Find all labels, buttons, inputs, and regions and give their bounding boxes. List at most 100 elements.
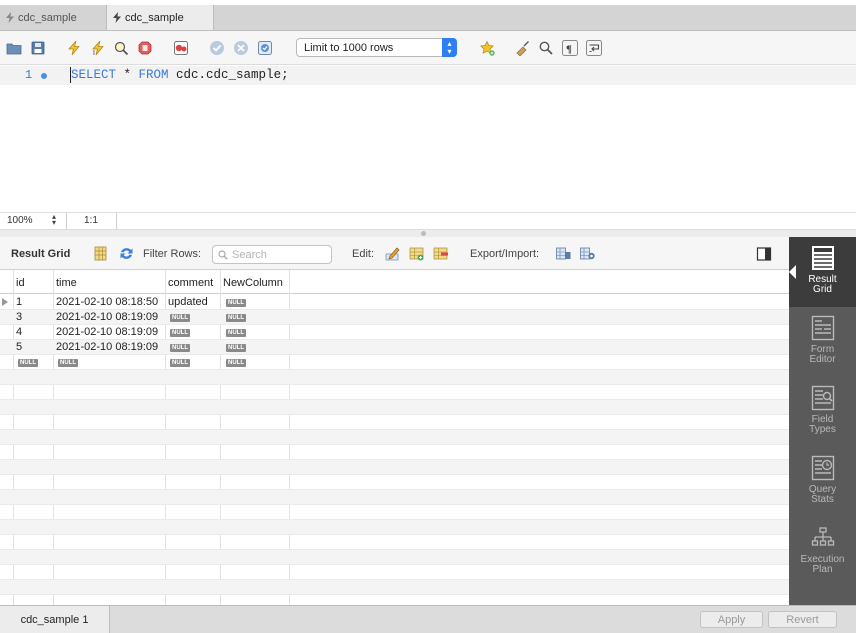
execute-icon[interactable] — [66, 40, 82, 56]
table-row[interactable]: 1 2021-02-10 08:18:50 updated NULL — [0, 295, 789, 310]
cell-id[interactable]: 5 — [16, 341, 22, 353]
cell-newcolumn[interactable]: NULL — [226, 326, 246, 338]
side-tab-query-stats[interactable]: Query Stats — [789, 447, 856, 517]
cell-newcolumn[interactable]: NULL — [226, 356, 246, 368]
cell-newcolumn[interactable]: NULL — [226, 311, 246, 323]
cell-time[interactable]: 2021-02-10 08:18:50 — [56, 296, 158, 308]
table-row[interactable] — [0, 565, 789, 580]
table-row[interactable] — [0, 550, 789, 565]
cell-comment[interactable]: NULL — [170, 311, 190, 323]
table-row[interactable] — [0, 520, 789, 535]
table-row[interactable] — [0, 580, 789, 595]
table-row[interactable]: 5 2021-02-10 08:19:09 NULL NULL — [0, 340, 789, 355]
cell-newcolumn[interactable]: NULL — [226, 341, 246, 353]
null-badge: NULL — [226, 299, 246, 308]
table-row[interactable] — [0, 430, 789, 445]
cell-comment[interactable]: NULL — [170, 341, 190, 353]
null-badge: NULL — [226, 329, 246, 338]
table-row[interactable] — [0, 505, 789, 520]
column-header-id[interactable]: id — [16, 277, 25, 289]
side-tab-field-types[interactable]: Field Types — [789, 377, 856, 447]
rollback-icon[interactable] — [233, 40, 249, 56]
table-row[interactable]: 3 2021-02-10 08:19:09 NULL NULL — [0, 310, 789, 325]
stop-on-error-icon[interactable] — [173, 40, 189, 56]
add-snippet-star-icon[interactable] — [479, 40, 495, 56]
find-icon[interactable] — [538, 40, 554, 56]
edit-row-pencil-icon[interactable] — [384, 245, 401, 262]
limit-rows-value: Limit to 1000 rows — [304, 41, 394, 54]
import-icon[interactable] — [579, 245, 596, 262]
grid-layout-icon[interactable] — [92, 245, 109, 262]
table-row[interactable] — [0, 490, 789, 505]
toggle-side-panel-icon[interactable] — [756, 246, 773, 263]
beautify-broom-icon[interactable] — [514, 40, 530, 56]
side-tab-execution-plan[interactable]: Execution Plan — [789, 517, 856, 587]
cell-id[interactable]: 4 — [16, 326, 22, 338]
splitter-handle-icon[interactable] — [421, 231, 426, 236]
limit-rows-select[interactable]: Limit to 1000 rows ▴ ▾ — [296, 38, 457, 57]
table-row[interactable] — [0, 475, 789, 490]
word-wrap-icon[interactable] — [586, 40, 602, 56]
table-row[interactable] — [0, 445, 789, 460]
execute-current-icon[interactable]: I — [90, 40, 106, 56]
tab-label: cdc_sample — [125, 11, 184, 24]
table-row[interactable] — [0, 460, 789, 475]
table-row[interactable] — [0, 415, 789, 430]
cell-id[interactable]: 1 — [16, 296, 22, 308]
autocommit-icon[interactable] — [257, 40, 273, 56]
sql-code-line[interactable]: SELECT * FROM cdc.cdc_sample; — [71, 68, 289, 82]
sql-editor-toolbar: I Limit to 1000 rows ▴ ▾ ¶ — [0, 31, 856, 65]
edit-label: Edit: — [352, 248, 375, 260]
export-icon[interactable] — [555, 245, 572, 262]
refresh-icon[interactable] — [118, 245, 135, 262]
insert-row-icon[interactable] — [408, 245, 425, 262]
cell-id[interactable]: NULL — [18, 356, 38, 368]
save-icon[interactable] — [30, 40, 46, 56]
cell-comment[interactable]: NULL — [170, 356, 190, 368]
null-badge: NULL — [226, 344, 246, 353]
side-tab-result-grid[interactable]: Result Grid — [789, 237, 856, 307]
table-row[interactable]: 4 2021-02-10 08:19:09 NULL NULL — [0, 325, 789, 340]
cell-time[interactable]: NULL — [58, 356, 78, 368]
tab-cdc-sample-2[interactable]: cdc_sample — [107, 5, 214, 30]
cell-comment[interactable]: NULL — [170, 326, 190, 338]
explain-icon[interactable] — [113, 40, 129, 56]
side-tab-line2: Editor — [809, 354, 836, 365]
revert-button[interactable]: Revert — [768, 611, 837, 628]
result-grid[interactable]: id time comment NewColumn 1 2021-02-10 08… — [0, 270, 789, 605]
delete-row-icon[interactable] — [432, 245, 449, 262]
filter-rows-search-input[interactable]: Search — [212, 245, 332, 264]
tab-cdc-sample-1[interactable]: cdc_sample — [0, 5, 107, 30]
cell-time[interactable]: 2021-02-10 08:19:09 — [56, 341, 158, 353]
side-tab-line2: Plan — [812, 564, 833, 575]
column-header-comment[interactable]: comment — [168, 277, 213, 289]
column-header-time[interactable]: time — [56, 277, 77, 289]
side-tab-form-editor[interactable]: Form Editor — [789, 307, 856, 377]
result-tab[interactable]: cdc_sample 1 — [0, 606, 110, 633]
commit-icon[interactable] — [209, 40, 225, 56]
cell-time[interactable]: 2021-02-10 08:19:09 — [56, 326, 158, 338]
table-row[interactable] — [0, 400, 789, 415]
zoom-stepper-icon[interactable]: ▴ ▾ — [52, 213, 56, 227]
table-row[interactable] — [0, 535, 789, 550]
result-tabs-bar: cdc_sample 1 Apply Revert — [0, 605, 856, 633]
cell-comment[interactable]: updated — [168, 296, 208, 308]
cell-newcolumn[interactable]: NULL — [226, 296, 246, 308]
open-folder-icon[interactable] — [6, 40, 22, 56]
zoom-level[interactable]: 100% — [7, 215, 33, 226]
cell-time[interactable]: 2021-02-10 08:19:09 — [56, 311, 158, 323]
sql-editor[interactable]: 1 SELECT * FROM cdc.cdc_sample; — [0, 65, 856, 212]
status-divider — [66, 213, 67, 229]
null-badge: NULL — [170, 344, 190, 353]
table-row[interactable] — [0, 370, 789, 385]
cell-id[interactable]: 3 — [16, 311, 22, 323]
apply-button[interactable]: Apply — [700, 611, 763, 628]
column-header-newcolumn[interactable]: NewColumn — [223, 277, 283, 289]
panel-splitter[interactable] — [0, 229, 856, 237]
invisible-chars-icon[interactable]: ¶ — [562, 40, 578, 56]
table-row[interactable] — [0, 385, 789, 400]
table-row[interactable]: NULL NULL NULL NULL — [0, 355, 789, 370]
null-badge: NULL — [170, 329, 190, 338]
side-tab-line2: Types — [809, 424, 836, 435]
stop-icon[interactable] — [137, 40, 153, 56]
